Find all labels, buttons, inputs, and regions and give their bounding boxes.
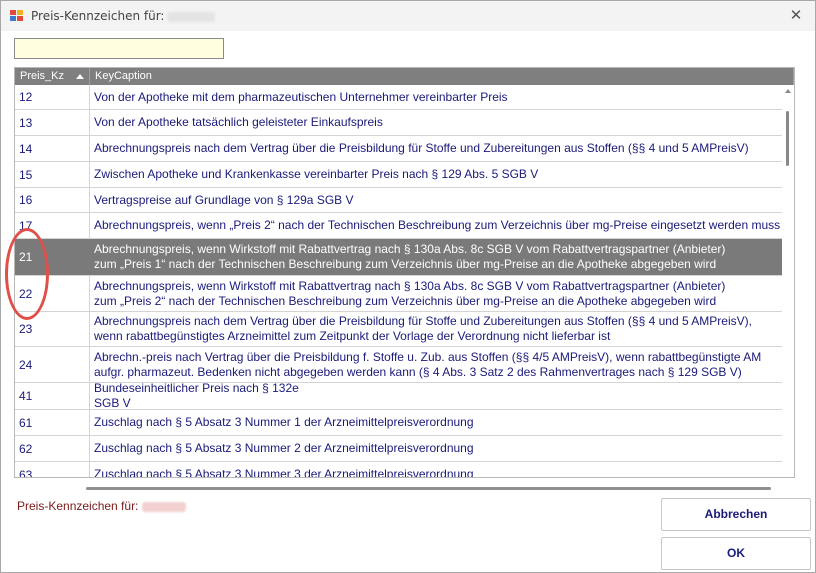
cell-preis-kz: 21 bbox=[15, 239, 90, 275]
vertical-scrollbar[interactable] bbox=[782, 85, 794, 477]
table-row[interactable]: 22 Abrechnungspreis, wenn Wirkstoff mit R… bbox=[15, 276, 794, 312]
caption-line: SGB V bbox=[94, 396, 131, 409]
caption-line: Abrechnungspreis nach dem Vertrag über d… bbox=[94, 314, 752, 328]
column-header-preis-kz-label: Preis_Kz bbox=[20, 70, 65, 82]
cell-preis-kz: 62 bbox=[15, 436, 90, 461]
caption-line: aufgr. pharmazeut. Bedenken nicht abgege… bbox=[94, 364, 742, 379]
cell-preis-kz: 22 bbox=[15, 276, 90, 311]
table-row[interactable]: 15 Zwischen Apotheke und Krankenkasse ver… bbox=[15, 162, 794, 188]
table-row[interactable]: 62 Zuschlag nach § 5 Absatz 3 Nummer 2 de… bbox=[15, 436, 794, 462]
table-row[interactable]: 24 Abrechn.-preis nach Vertrag über die P… bbox=[15, 347, 794, 383]
horizontal-scrollbar[interactable] bbox=[86, 487, 771, 490]
caption-line: Abrechnungspreis, wenn Wirkstoff mit Rab… bbox=[94, 278, 726, 293]
footer-label-text: Preis-Kennzeichen für: bbox=[17, 499, 139, 513]
filter-input[interactable] bbox=[14, 38, 224, 59]
window-title: Preis-Kennzeichen für: bbox=[31, 9, 216, 23]
caption-line: Von der Apotheke tatsächlich geleisteter… bbox=[94, 115, 383, 129]
cell-keycaption: Abrechnungspreis, wenn „Preis 2“ nach de… bbox=[90, 213, 782, 238]
cell-keycaption: Abrechnungspreis nach dem Vertrag über d… bbox=[90, 136, 782, 161]
caption-line: Abrechnungspreis nach dem Vertrag über d… bbox=[94, 141, 749, 155]
table-row[interactable]: 21 Abrechnungspreis, wenn Wirkstoff mit R… bbox=[15, 239, 794, 276]
cell-keycaption: Zuschlag nach § 5 Absatz 3 Nummer 1 der … bbox=[90, 410, 782, 435]
cell-keycaption: Zuschlag nach § 5 Absatz 3 Nummer 2 der … bbox=[90, 436, 782, 461]
cell-preis-kz: 24 bbox=[15, 347, 90, 382]
cell-preis-kz: 12 bbox=[15, 85, 90, 109]
price-code-grid[interactable]: Preis_Kz KeyCaption 12 Von der Apotheke m… bbox=[14, 67, 795, 478]
column-header-keycaption[interactable]: KeyCaption bbox=[90, 68, 794, 85]
cell-keycaption: Zwischen Apotheke und Krankenkasse verei… bbox=[90, 162, 782, 187]
caption-line: zum „Preis 1“ nach der Technischen Besch… bbox=[94, 257, 717, 271]
cell-keycaption: Abrechnungspreis nach dem Vertrag über d… bbox=[90, 312, 782, 346]
title-bar[interactable]: Preis-Kennzeichen für: ✕ bbox=[1, 1, 815, 31]
ok-button[interactable]: OK bbox=[661, 537, 811, 570]
table-row[interactable]: 16 Vertragspreise auf Grundlage von § 129… bbox=[15, 188, 794, 213]
cell-preis-kz: 23 bbox=[15, 312, 90, 346]
footer-label: Preis-Kennzeichen für: bbox=[17, 499, 187, 513]
cell-keycaption: Abrechnungspreis, wenn Wirkstoff mit Rab… bbox=[90, 276, 782, 311]
caption-line: Zuschlag nach § 5 Absatz 3 Nummer 3 der … bbox=[94, 467, 474, 478]
grid-header: Preis_Kz KeyCaption bbox=[15, 68, 794, 85]
cell-keycaption: Abrechnungspreis, wenn Wirkstoff mit Rab… bbox=[90, 239, 782, 275]
cell-keycaption: Bundeseinheitlicher Preis nach § 132e SGB… bbox=[90, 383, 782, 409]
close-icon[interactable]: ✕ bbox=[785, 5, 807, 27]
redacted-value bbox=[142, 501, 187, 512]
cell-keycaption: Von der Apotheke tatsächlich geleisteter… bbox=[90, 110, 782, 135]
caption-line: Zuschlag nach § 5 Absatz 3 Nummer 2 der … bbox=[94, 441, 474, 455]
table-row[interactable]: 41 Bundeseinheitlicher Preis nach § 132e S… bbox=[15, 383, 794, 410]
cell-preis-kz: 16 bbox=[15, 188, 90, 212]
caption-line: Vertragspreise auf Grundlage von § 129a … bbox=[94, 192, 354, 207]
cell-keycaption: Vertragspreise auf Grundlage von § 129a … bbox=[90, 188, 782, 212]
caption-line: Abrechnungspreis, wenn „Preis 2“ nach de… bbox=[94, 218, 781, 232]
cell-preis-kz: 61 bbox=[15, 410, 90, 435]
window-title-text: Preis-Kennzeichen für: bbox=[31, 9, 165, 23]
table-row[interactable]: 14 Abrechnungspreis nach dem Vertrag über… bbox=[15, 136, 794, 162]
cell-keycaption: Abrechn.-preis nach Vertrag über die Pre… bbox=[90, 347, 782, 382]
caption-line: zum „Preis 2“ nach der Technischen Besch… bbox=[94, 293, 717, 308]
grid-rows: 12 Von der Apotheke mit dem pharmazeutisc… bbox=[15, 85, 794, 478]
caption-line: Abrechnungspreis, wenn Wirkstoff mit Rab… bbox=[94, 242, 726, 256]
cell-preis-kz: 15 bbox=[15, 162, 90, 187]
scrollbar-thumb[interactable] bbox=[786, 111, 789, 166]
caption-line: Zwischen Apotheke und Krankenkasse verei… bbox=[94, 167, 539, 181]
table-row[interactable]: 12 Von der Apotheke mit dem pharmazeutisc… bbox=[15, 85, 794, 110]
caption-line: Von der Apotheke mit dem pharmazeutische… bbox=[94, 89, 508, 104]
table-row[interactable]: 13 Von der Apotheke tatsächlich geleistet… bbox=[15, 110, 794, 136]
app-icon bbox=[10, 10, 24, 22]
cancel-button[interactable]: Abbrechen bbox=[661, 498, 811, 531]
cell-preis-kz: 63 bbox=[15, 462, 90, 477]
column-header-keycaption-label: KeyCaption bbox=[95, 70, 152, 82]
cell-keycaption: Zuschlag nach § 5 Absatz 3 Nummer 3 der … bbox=[90, 462, 782, 478]
cell-preis-kz: 17 bbox=[15, 213, 90, 238]
table-row[interactable]: 23 Abrechnungspreis nach dem Vertrag über… bbox=[15, 312, 794, 347]
column-header-preis-kz[interactable]: Preis_Kz bbox=[15, 68, 90, 85]
caption-line: wenn rabattbegünstigtes Arzneimittel zum… bbox=[94, 329, 611, 343]
table-row[interactable]: 17 Abrechnungspreis, wenn „Preis 2“ nach … bbox=[15, 213, 794, 239]
caption-line: Abrechn.-preis nach Vertrag über die Pre… bbox=[94, 349, 762, 364]
cell-preis-kz: 14 bbox=[15, 136, 90, 161]
caption-line: Bundeseinheitlicher Preis nach § 132e bbox=[94, 383, 299, 395]
table-row[interactable]: 61 Zuschlag nach § 5 Absatz 3 Nummer 1 de… bbox=[15, 410, 794, 436]
cell-preis-kz: 41 bbox=[15, 383, 90, 409]
cell-keycaption: Von der Apotheke mit dem pharmazeutische… bbox=[90, 85, 782, 109]
redacted-value bbox=[167, 11, 216, 22]
cell-preis-kz: 13 bbox=[15, 110, 90, 135]
scroll-up-icon[interactable] bbox=[785, 89, 791, 93]
dialog-window: Preis-Kennzeichen für: ✕ Preis_Kz KeyCap… bbox=[0, 0, 816, 573]
caption-line: Zuschlag nach § 5 Absatz 3 Nummer 1 der … bbox=[94, 415, 474, 429]
sort-ascending-icon bbox=[76, 74, 84, 79]
table-row[interactable]: 63 Zuschlag nach § 5 Absatz 3 Nummer 3 de… bbox=[15, 462, 794, 478]
